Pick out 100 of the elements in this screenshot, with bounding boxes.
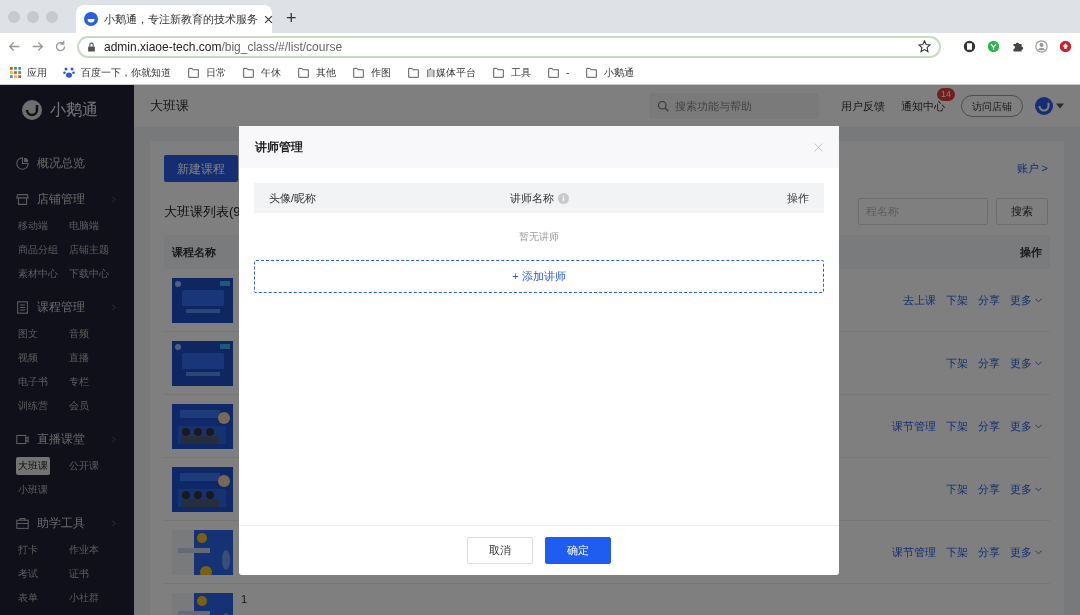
column-header: 操作 — [787, 190, 809, 206]
bookmark[interactable]: 百度一下，你就知道 — [63, 64, 171, 80]
cancel-button[interactable]: 取消 — [467, 537, 533, 564]
menu-item[interactable]: 训练营 — [16, 397, 50, 415]
menu-group[interactable]: 课程管理 — [16, 289, 118, 325]
folder-icon — [585, 66, 599, 78]
action-link[interactable]: 下架 — [946, 480, 968, 498]
tab-title: 小鹅通，专注新教育的技术服务 — [104, 11, 258, 27]
bookmark[interactable]: 工具 — [492, 64, 531, 80]
action-link[interactable]: 去上课 — [903, 291, 936, 309]
menu-item[interactable]: 专栏 — [67, 373, 91, 391]
menu-item[interactable]: 打卡 — [16, 541, 40, 559]
menu-item[interactable]: 下载中心 — [67, 265, 111, 283]
menu-item[interactable]: 大班课 — [16, 457, 50, 475]
header-link[interactable]: 用户反馈 — [841, 97, 885, 115]
new-tab-button[interactable]: + — [286, 9, 297, 27]
folder-icon — [297, 66, 310, 78]
action-link[interactable]: 下架 — [946, 417, 968, 435]
menu-item[interactable]: 视频 — [16, 349, 40, 367]
menu-item[interactable]: 证书 — [67, 565, 91, 583]
menu-item[interactable]: 电脑端 — [67, 217, 101, 235]
menu-item[interactable]: 作业本 — [67, 541, 101, 559]
address-bar[interactable]: admin.xiaoe-tech.com/big_class/#/list/course — [77, 35, 941, 58]
account-link[interactable]: 账户 > — [1016, 160, 1048, 177]
bookmark[interactable]: - — [547, 64, 570, 80]
menu-group[interactable]: 店铺管理 — [16, 181, 118, 217]
browser-tab[interactable]: 小鹅通，专注新教育的技术服务 — [76, 5, 272, 33]
action-link[interactable]: 分享 — [978, 480, 1000, 498]
menu-group[interactable]: 直播课堂 — [16, 421, 118, 457]
back-icon[interactable] — [8, 40, 21, 53]
action-link[interactable]: 分享 — [978, 417, 1000, 435]
action-link[interactable]: 下架 — [946, 291, 968, 309]
bookmark[interactable]: 小鹅通 — [585, 64, 635, 80]
forward-icon[interactable] — [31, 40, 44, 53]
brand-logo-icon — [22, 100, 42, 120]
folder-icon — [187, 66, 200, 78]
close-icon[interactable] — [264, 14, 273, 24]
menu-item[interactable]: 图文 — [16, 325, 40, 343]
menu-item[interactable]: 公开课 — [67, 457, 101, 475]
action-link[interactable]: 更多 — [1010, 417, 1042, 435]
menu-item[interactable]: 小班课 — [16, 481, 50, 499]
info-icon[interactable] — [557, 192, 569, 204]
confirm-button[interactable]: 确定 — [545, 537, 611, 564]
course-title: 1 — [241, 593, 248, 605]
menu-item[interactable]: 小社群 — [67, 589, 101, 607]
new-course-button[interactable]: 新建课程 — [164, 155, 238, 182]
add-lecturer-button[interactable]: + 添加讲师 — [254, 260, 824, 293]
site-logo-icon — [84, 12, 98, 26]
video-camera-icon — [16, 432, 29, 446]
action-link[interactable]: 分享 — [978, 543, 1000, 561]
star-icon[interactable] — [918, 40, 931, 53]
chevron-down-icon — [1035, 360, 1042, 366]
brand-name: 小鹅通 — [50, 100, 98, 120]
menu-item[interactable]: 考试 — [16, 565, 40, 583]
search-button[interactable]: 搜索 — [996, 198, 1048, 225]
bookmark[interactable]: 日常 — [187, 64, 226, 80]
action-link[interactable]: 更多 — [1010, 354, 1042, 372]
profile-icon[interactable] — [1035, 40, 1048, 53]
action-link[interactable]: 下架 — [946, 354, 968, 372]
action-link[interactable]: 课节管理 — [892, 417, 936, 435]
bookmark[interactable]: 午休 — [242, 64, 281, 80]
lock-icon — [87, 41, 96, 52]
folder-icon — [352, 66, 365, 78]
chevron-down-icon — [1035, 486, 1042, 492]
column-header: 操作 — [1020, 244, 1042, 260]
search-icon — [657, 100, 669, 112]
apps-grid-icon — [10, 66, 21, 78]
reload-icon[interactable] — [54, 40, 67, 53]
menu-item[interactable]: 音频 — [67, 325, 91, 343]
bookmark[interactable]: 作图 — [352, 64, 391, 80]
avatar-icon[interactable] — [1035, 97, 1053, 115]
action-link[interactable]: 分享 — [978, 291, 1000, 309]
paw-icon — [63, 66, 75, 78]
action-link[interactable]: 更多 — [1010, 543, 1042, 561]
extension-icon[interactable] — [963, 40, 976, 53]
menu-item[interactable]: 移动端 — [16, 217, 50, 235]
menu-item[interactable]: 电子书 — [16, 373, 50, 391]
menu-group[interactable]: 概况总览 — [16, 145, 118, 181]
document-icon — [16, 300, 29, 314]
bookmark[interactable]: 应用 — [10, 64, 47, 80]
puzzle-icon[interactable] — [1011, 40, 1024, 53]
action-link[interactable]: 课节管理 — [892, 543, 936, 561]
notification-badge: 14 — [937, 88, 955, 101]
action-link[interactable]: 更多 — [1010, 291, 1042, 309]
folder-icon — [407, 66, 420, 78]
bookmark[interactable]: 自媒体平台 — [407, 64, 476, 80]
empty-state-text: 暂无讲师 — [519, 230, 559, 244]
upload-icon[interactable] — [1059, 40, 1072, 53]
chevron-down-icon — [1035, 423, 1042, 429]
bookmark[interactable]: 其他 — [297, 64, 336, 80]
column-header: 讲师名称 — [509, 190, 554, 206]
menu-group[interactable]: 助学工具 — [16, 505, 118, 541]
caret-down-icon[interactable] — [1056, 103, 1064, 109]
menu-item[interactable]: 素材中心 — [16, 265, 60, 283]
pie-chart-icon — [16, 156, 29, 170]
menu-item[interactable]: 店铺主题 — [67, 241, 111, 259]
action-link[interactable]: 更多 — [1010, 480, 1042, 498]
menu-item[interactable]: 会员 — [67, 397, 91, 415]
action-link[interactable]: 下架 — [946, 543, 968, 561]
action-link[interactable]: 分享 — [978, 354, 1000, 372]
